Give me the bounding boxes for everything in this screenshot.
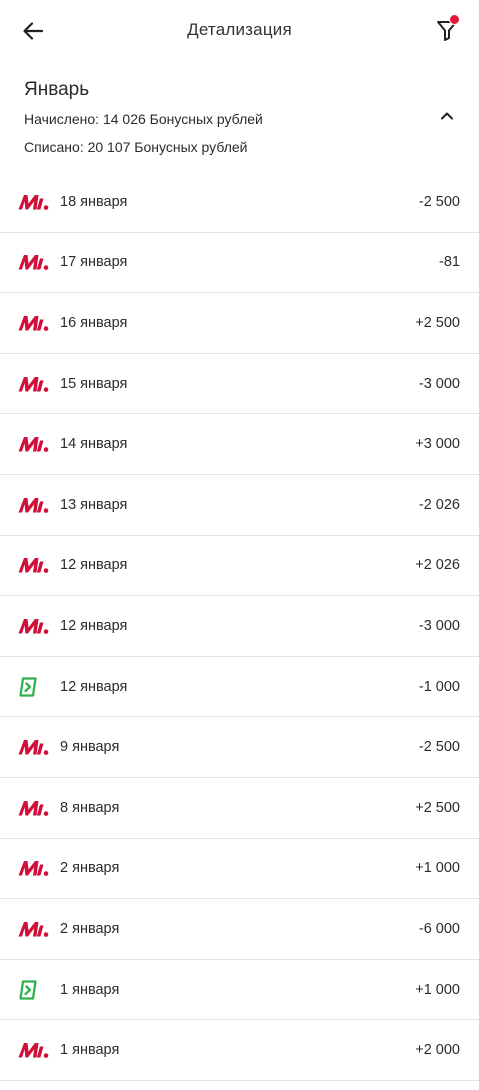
transaction-row[interactable]: 8 января +2 500 bbox=[0, 778, 479, 839]
transaction-date: 13 января bbox=[60, 496, 128, 513]
top-app-bar: Детализация bbox=[0, 0, 479, 62]
transaction-amount: -1 000 bbox=[418, 678, 460, 695]
m-logo-icon bbox=[17, 312, 51, 334]
transaction-amount: -81 bbox=[439, 254, 460, 271]
m-logo-icon bbox=[17, 736, 51, 758]
transaction-amount: +1 000 bbox=[415, 860, 460, 877]
transaction-date: 12 января bbox=[60, 557, 128, 574]
transaction-date: 15 января bbox=[60, 375, 128, 392]
transaction-amount: -2 500 bbox=[418, 739, 460, 756]
filter-button[interactable] bbox=[429, 12, 465, 48]
transaction-date: 2 января bbox=[60, 860, 120, 877]
m-logo-icon bbox=[17, 191, 51, 213]
transaction-date: 16 января bbox=[60, 314, 128, 331]
transaction-row[interactable]: 13 января -2 026 bbox=[0, 475, 479, 536]
transaction-amount: +2 026 bbox=[415, 557, 460, 574]
m-logo-icon bbox=[17, 615, 51, 637]
transaction-amount: -3 000 bbox=[418, 617, 460, 634]
chevron-up-icon bbox=[441, 112, 453, 120]
transaction-row[interactable]: 1 января +2 000 bbox=[0, 1020, 479, 1081]
m-logo-icon bbox=[17, 433, 51, 455]
transaction-amount: -3 000 bbox=[418, 375, 460, 392]
transaction-amount: +1 000 bbox=[415, 981, 460, 998]
m-logo-icon bbox=[17, 373, 51, 395]
transaction-list: 18 января -2 500 17 января -81 16 января… bbox=[0, 172, 479, 1081]
transaction-amount: -2 026 bbox=[418, 496, 460, 513]
green-card-icon bbox=[17, 979, 51, 1001]
m-logo-icon bbox=[17, 1039, 51, 1061]
transaction-row[interactable]: 15 января -3 000 bbox=[0, 354, 479, 415]
transaction-row[interactable]: 2 января -6 000 bbox=[0, 899, 479, 960]
transaction-date: 1 января bbox=[60, 981, 120, 998]
transaction-date: 2 января bbox=[60, 920, 120, 937]
transaction-row[interactable]: 18 января -2 500 bbox=[0, 172, 479, 233]
m-logo-icon bbox=[17, 918, 51, 940]
month-title: Январь bbox=[24, 79, 90, 100]
transaction-date: 8 января bbox=[60, 799, 120, 816]
transaction-date: 12 января bbox=[60, 678, 128, 695]
m-logo-icon bbox=[17, 251, 51, 273]
transaction-row[interactable]: 9 января -2 500 bbox=[0, 717, 479, 778]
transaction-date: 17 января bbox=[60, 254, 128, 271]
spent-total: Списано: 20 107 Бонусных рублей bbox=[24, 139, 248, 155]
month-summary: Январь Начислено: 14 026 Бонусных рублей… bbox=[0, 62, 479, 172]
transaction-amount: -2 500 bbox=[418, 193, 460, 210]
transaction-amount: +2 500 bbox=[415, 799, 460, 816]
transaction-row[interactable]: 12 января -3 000 bbox=[0, 596, 479, 657]
m-logo-icon bbox=[17, 857, 51, 879]
m-logo-icon bbox=[17, 494, 51, 516]
m-logo-icon bbox=[17, 797, 51, 819]
transaction-amount: -6 000 bbox=[418, 920, 460, 937]
green-card-icon bbox=[17, 676, 51, 698]
transaction-date: 1 января bbox=[60, 1042, 120, 1059]
transaction-amount: +2 000 bbox=[415, 1042, 460, 1059]
transaction-date: 18 января bbox=[60, 193, 128, 210]
accrued-total: Начислено: 14 026 Бонусных рублей bbox=[24, 111, 263, 127]
transaction-row[interactable]: 17 января -81 bbox=[0, 233, 479, 294]
m-logo-icon bbox=[17, 554, 51, 576]
page-title: Детализация bbox=[187, 20, 292, 39]
transaction-row[interactable]: 2 января +1 000 bbox=[0, 839, 479, 900]
transaction-date: 14 января bbox=[60, 436, 128, 453]
collapse-month-button[interactable] bbox=[433, 102, 461, 130]
transaction-date: 12 января bbox=[60, 617, 128, 634]
transaction-amount: +3 000 bbox=[415, 436, 460, 453]
filter-active-dot bbox=[449, 14, 460, 25]
transaction-row[interactable]: 1 января +1 000 bbox=[0, 960, 479, 1021]
transaction-row[interactable]: 14 января +3 000 bbox=[0, 414, 479, 475]
transaction-row[interactable]: 16 января +2 500 bbox=[0, 293, 479, 354]
transaction-row[interactable]: 12 января -1 000 bbox=[0, 657, 479, 718]
transaction-date: 9 января bbox=[60, 739, 120, 756]
transaction-row[interactable]: 12 января +2 026 bbox=[0, 536, 479, 597]
transaction-amount: +2 500 bbox=[415, 314, 460, 331]
